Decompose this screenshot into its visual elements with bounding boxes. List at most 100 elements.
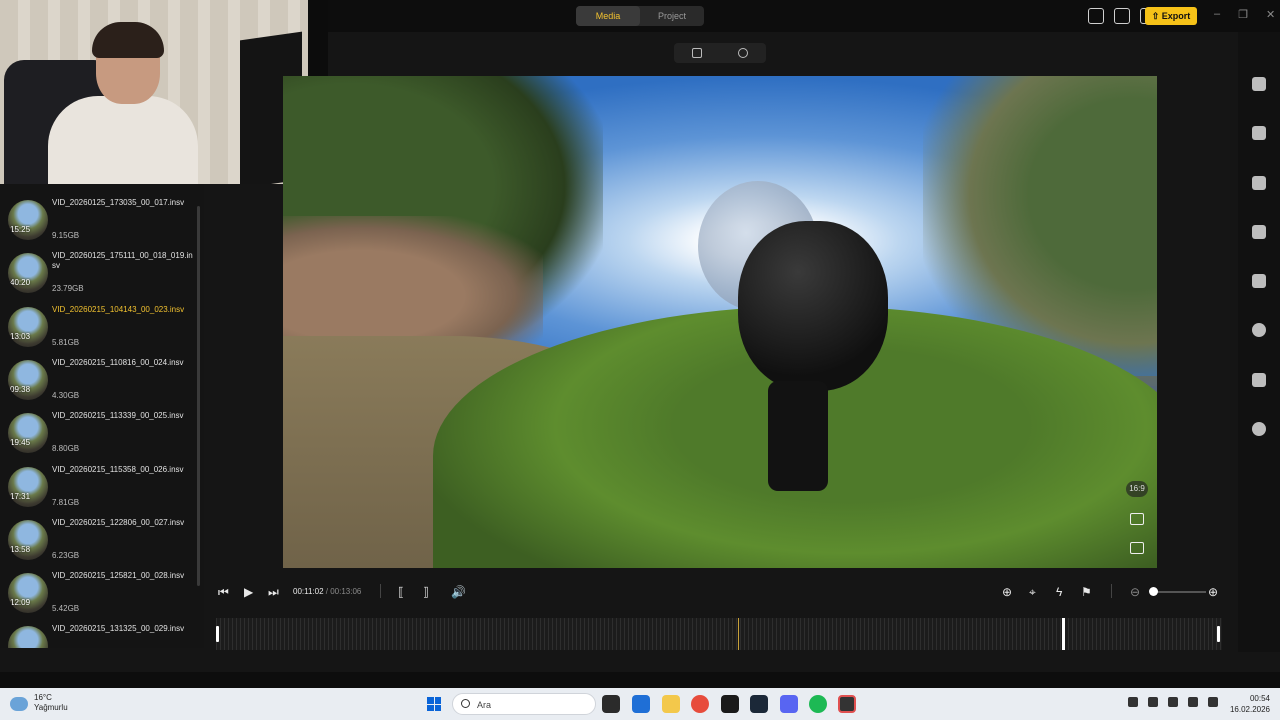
playback-time: 00:11:02 / 00:13:06 (293, 587, 361, 596)
media-filesize: 7.81GB (52, 497, 80, 507)
task-view-icon[interactable] (602, 695, 620, 713)
temperature: 16°C (34, 693, 52, 702)
next-frame-icon[interactable]: ⏭ (268, 586, 279, 598)
system-tray (1128, 697, 1218, 707)
app-icon[interactable] (721, 695, 739, 713)
network-icon[interactable] (1188, 697, 1198, 707)
insta360-studio-window: Media Project ⇧ Export – ❐ ✕ 15:25 VID_20… (0, 0, 1280, 688)
flash-icon[interactable]: ϟ (1056, 586, 1062, 598)
weather-widget[interactable]: 16°C Yağmurlu (10, 693, 68, 713)
maximize-button[interactable]: ❐ (1238, 8, 1248, 21)
webcam-person-body (48, 96, 198, 184)
audio-icon[interactable] (1252, 225, 1266, 239)
speaker-icon[interactable] (1208, 697, 1218, 707)
thumbnail-duration: 13:58 (10, 544, 31, 554)
thumbnail-duration: 17:31 (10, 491, 31, 501)
timeline-end-handle[interactable] (1217, 626, 1220, 642)
video-thumbnail: 40:20 (8, 253, 48, 294)
export-label: Export (1161, 11, 1191, 21)
clock-date: 16.02.2026 (1229, 705, 1270, 714)
timeline-marker[interactable] (1062, 618, 1065, 650)
fullscreen-icon[interactable] (1130, 542, 1144, 554)
trim-start-icon[interactable]: ⟦ (398, 586, 404, 598)
playhead[interactable] (738, 618, 739, 650)
media-filename: VID_20260215_115358_00_026.insv (52, 464, 184, 474)
microphone-icon[interactable] (1168, 697, 1178, 707)
focus-icon[interactable]: ⌖ (1029, 586, 1036, 598)
media-list-item[interactable]: 12:09 VID_20260215_125821_00_028.insv 5.42… (8, 571, 198, 623)
aspect-ratio-badge[interactable]: 16:9 (1126, 481, 1148, 497)
media-filename: VID_20260215_122806_00_027.insv (52, 517, 185, 527)
media-list-item[interactable]: 13:58 VID_20260215_122806_00_027.insv 6.23… (8, 518, 198, 570)
edit-mode-button[interactable] (674, 43, 720, 63)
media-list-item[interactable]: VID_20260215_131325_00_029.insv (8, 624, 198, 648)
view-mode-button[interactable] (720, 43, 766, 63)
file-explorer-icon[interactable] (662, 695, 680, 713)
tab-media[interactable]: Media (576, 6, 640, 26)
media-filename: VID_20260215_104143_00_023.insv (52, 304, 185, 314)
chrome-icon[interactable] (691, 695, 709, 713)
timeline-start-handle[interactable] (216, 626, 219, 642)
start-button[interactable] (427, 697, 441, 711)
download-icon[interactable] (1252, 274, 1266, 288)
media-list-item[interactable]: 09:38 VID_20260215_110816_00_024.insv 4.30… (8, 358, 198, 410)
video-helmet (738, 221, 888, 391)
divider (1111, 584, 1112, 598)
media-list-item[interactable]: 19:45 VID_20260215_113339_00_025.insv 8.80… (8, 411, 198, 463)
search-icon (461, 699, 470, 708)
zoom-slider-knob[interactable] (1149, 587, 1158, 596)
zoom-out-icon[interactable]: ⊖ (1130, 586, 1140, 598)
timeline[interactable] (216, 618, 1222, 650)
insta360-icon[interactable] (838, 695, 856, 713)
layout-icon[interactable] (1088, 8, 1104, 24)
right-sidebar (1238, 32, 1280, 652)
video-thumbnail: 19:45 (8, 413, 48, 454)
thumbnail-duration: 12:09 (10, 598, 31, 608)
media-filename: VID_20260125_175111_00_018_019.insv (52, 251, 193, 271)
media-list-item[interactable]: 13:03 VID_20260215_104143_00_023.insv 5.81… (8, 305, 198, 357)
preview-mode-toggle (674, 43, 766, 63)
chevron-up-icon[interactable] (1128, 697, 1138, 707)
window-controls: – ❐ ✕ (1214, 8, 1275, 21)
webcam-overlay (0, 0, 328, 184)
zoom-in-icon[interactable]: ⊕ (1208, 586, 1218, 598)
info-icon[interactable] (1252, 422, 1266, 436)
puzzle-icon[interactable] (1252, 126, 1266, 140)
comment-icon[interactable] (1114, 8, 1130, 24)
tab-project[interactable]: Project (640, 6, 704, 26)
folder-icon[interactable] (1252, 373, 1266, 387)
speed-icon[interactable] (1252, 323, 1266, 337)
discord-icon[interactable] (780, 695, 798, 713)
steam-icon[interactable] (750, 695, 768, 713)
tray-app-icon[interactable] (1148, 697, 1158, 707)
media-list-item[interactable]: 15:25 VID_20260125_173035_00_017.insv 9.15… (8, 198, 198, 250)
video-thumbnail: 17:31 (8, 466, 48, 507)
media-filename: VID_20260215_110816_00_024.insv (52, 357, 184, 367)
media-list-item[interactable]: 40:20 VID_20260125_175111_00_018_019.insv… (8, 251, 198, 303)
video-icon[interactable] (1252, 77, 1266, 91)
clock[interactable]: 00:54 16.02.2026 (1228, 693, 1270, 715)
close-button[interactable]: ✕ (1266, 8, 1275, 21)
media-filename: VID_20260215_113339_00_025.insv (52, 411, 184, 421)
spotify-icon[interactable] (809, 695, 827, 713)
thumbnail-duration: 09:38 (10, 384, 31, 394)
trim-end-icon[interactable]: ⟧ (423, 586, 429, 598)
export-clip-icon[interactable] (1252, 176, 1266, 190)
media-filename: VID_20260125_173035_00_017.insv (52, 198, 185, 207)
export-button[interactable]: ⇧ Export (1145, 7, 1197, 25)
volume-icon[interactable]: 🔊 (451, 586, 466, 598)
thumbnail-duration: 19:45 (10, 438, 31, 448)
outlook-icon[interactable] (632, 695, 650, 713)
motion-icon[interactable]: ⚑ (1081, 586, 1092, 598)
video-preview[interactable] (283, 76, 1157, 568)
taskbar-search[interactable]: Ara (452, 693, 596, 715)
add-keyframe-icon[interactable]: ⊕ (1002, 586, 1012, 598)
minimize-button[interactable]: – (1214, 8, 1220, 21)
play-icon[interactable]: ▶ (244, 586, 253, 598)
prev-frame-icon[interactable]: ⏮ (218, 586, 229, 598)
media-list-item[interactable]: 17:31 VID_20260215_115358_00_026.insv 7.81… (8, 465, 198, 517)
video-thumbnail: 09:38 (8, 359, 48, 400)
zoom-slider[interactable] (1150, 591, 1206, 593)
crop-icon[interactable] (1130, 513, 1144, 525)
thumbnail-duration: 15:25 (10, 225, 31, 234)
